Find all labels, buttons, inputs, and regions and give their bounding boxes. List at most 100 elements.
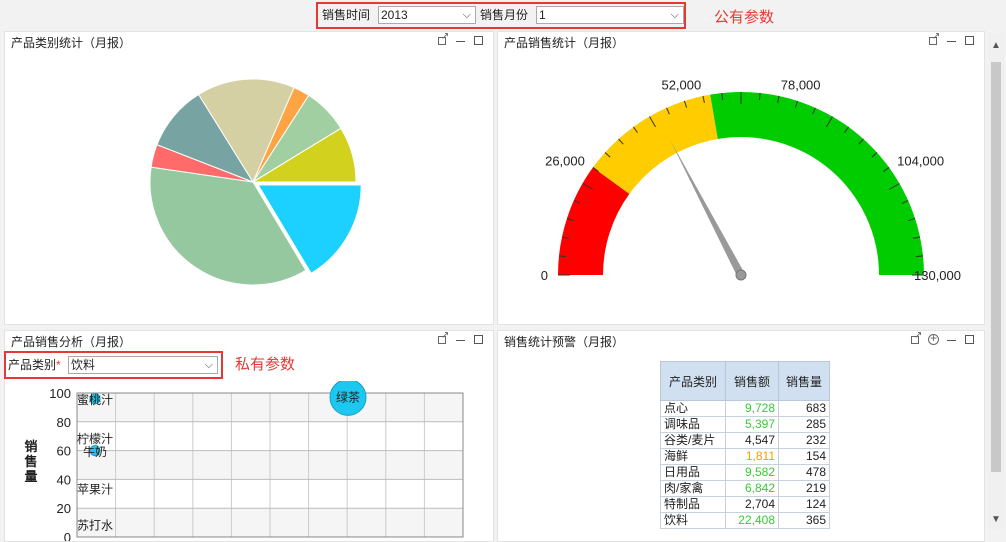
minimize-icon[interactable] (455, 334, 467, 346)
cell-category: 海鲜 (660, 448, 726, 465)
cell-qty: 154 (778, 448, 830, 465)
minimize-icon[interactable] (946, 35, 958, 47)
gauge-tick-label: 104,000 (897, 154, 944, 169)
cell-category: 饮料 (660, 512, 726, 529)
cell-amount: 1,811 (725, 448, 779, 465)
sale-month-select[interactable]: 1 ⌵ (536, 6, 684, 24)
table-row: 特制品 2,704 124 (660, 496, 830, 513)
cell-category: 日用品 (660, 464, 726, 481)
y-tick-label: 40 (57, 472, 71, 487)
cell-amount: 22,408 (725, 512, 779, 529)
header-qty: 销售量 (778, 361, 830, 401)
minimize-icon[interactable] (946, 334, 958, 346)
maximize-icon[interactable] (964, 35, 976, 47)
sales-alert-table: 产品类别 销售额 销售量 点心 9,728 683 调味品 5,397 285 谷类/麦片 4… (660, 361, 830, 529)
table-row: 谷类/麦片 4,547 232 (660, 432, 830, 449)
minimize-icon[interactable] (455, 35, 467, 47)
gauge-needle (669, 139, 745, 277)
cell-amount: 5,397 (725, 416, 779, 433)
cell-qty: 365 (778, 512, 830, 529)
cell-amount: 9,728 (725, 400, 779, 417)
cell-amount: 4,547 (725, 432, 779, 449)
table-row: 点心 9,728 683 (660, 400, 830, 417)
table-row: 日用品 9,582 478 (660, 464, 830, 481)
gauge-chart: 0 26,000 52,000 78,000 104,000 130,000 (541, 77, 961, 283)
cell-qty: 124 (778, 496, 830, 513)
cell-category: 谷类/麦片 (660, 432, 726, 449)
table-row: 饮料 22,408 365 (660, 512, 830, 529)
cell-category: 特制品 (660, 496, 726, 513)
scrollbar-thumb[interactable] (991, 62, 1001, 472)
table-header-row: 产品类别 销售额 销售量 (660, 361, 830, 401)
category-label: 苹果汁 (77, 482, 113, 496)
panel-category-stats: 产品类别统计（月报） (4, 31, 494, 325)
cell-qty: 683 (778, 400, 830, 417)
gauge-tick-label: 78,000 (781, 77, 821, 92)
export-icon[interactable] (928, 31, 940, 47)
panel-controls (910, 330, 976, 346)
gauge-tick-label: 130,000 (914, 268, 961, 283)
maximize-icon[interactable] (473, 334, 485, 346)
y-tick-label: 0 (64, 530, 71, 541)
product-category-text: 产品类别 (8, 358, 57, 372)
product-category-select[interactable]: 饮料 ⌵ (68, 356, 218, 374)
panel-controls (437, 31, 485, 47)
cell-amount: 2,704 (725, 496, 779, 513)
table-row: 调味品 5,397 285 (660, 416, 830, 433)
panel-sales-analysis: 产品销售分析（月报） 产品类别* 饮料 ⌵ 私有参数 0 20 40 60 80 100 销… (4, 330, 494, 542)
cell-qty: 219 (778, 480, 830, 497)
scroll-down-icon[interactable]: ▼ (991, 514, 1001, 525)
required-mark: * (56, 358, 61, 372)
y-tick-label: 20 (57, 501, 71, 516)
y-tick-label: 100 (49, 386, 71, 401)
cell-qty: 478 (778, 464, 830, 481)
export-icon[interactable] (437, 31, 449, 47)
sale-time-select[interactable]: 2013 ⌵ (378, 6, 476, 24)
public-params-annotation: 公有参数 (714, 9, 775, 26)
export-icon[interactable] (910, 330, 922, 346)
chevron-down-icon: ⌵ (462, 9, 471, 21)
cell-qty: 285 (778, 416, 830, 433)
private-params-annotation: 私有参数 (235, 356, 296, 373)
scatter-chart: 0 20 40 60 80 100 销售量 绿茶 蜜桃汁柠檬汁牛奶苹果汁苏打水 (24, 381, 464, 541)
panel-title: 产品类别统计（月报） (11, 36, 132, 50)
table-row: 海鲜 1,811 154 (660, 448, 830, 465)
panel-title: 产品销售统计（月报） (504, 36, 625, 50)
panel-title: 产品销售分析（月报） (11, 335, 132, 349)
y-tick-label: 60 (57, 444, 71, 459)
sale-month-value: 1 (539, 8, 546, 22)
export-icon[interactable] (437, 330, 449, 346)
maximize-icon[interactable] (964, 334, 976, 346)
pie-chart (149, 78, 362, 286)
y-axis-label: 销 (24, 439, 37, 455)
scroll-up-icon[interactable]: ▲ (991, 40, 1001, 51)
sale-time-value: 2013 (381, 8, 408, 22)
maximize-icon[interactable] (473, 35, 485, 47)
gauge-pivot (735, 269, 747, 281)
cell-category: 肉/家禽 (660, 480, 726, 497)
cell-category: 点心 (660, 400, 726, 417)
y-axis-label: 量 (24, 470, 37, 485)
sale-month-label: 销售月份 (480, 8, 529, 22)
cell-amount: 9,582 (725, 464, 779, 481)
add-icon[interactable] (928, 331, 940, 346)
product-category-label: 产品类别* (8, 356, 61, 374)
gauge-band-yellow (592, 94, 718, 194)
gauge-tick-label: 52,000 (661, 77, 701, 92)
header-category: 产品类别 (660, 361, 726, 401)
chevron-down-icon: ⌵ (204, 359, 213, 371)
category-label: 牛奶 (83, 444, 107, 459)
y-axis-label: 售 (24, 454, 37, 470)
y-tick-label: 80 (57, 415, 71, 430)
header-amount: 销售额 (725, 361, 779, 401)
gauge-tick-label: 26,000 (545, 154, 585, 169)
gauge-band-green (710, 92, 924, 276)
sale-time-label: 销售时间 (322, 8, 371, 22)
gauge-tick-label: 0 (541, 268, 548, 283)
vertical-scrollbar[interactable]: ▲ ▼ (988, 34, 1004, 530)
table-row: 肉/家禽 6,842 219 (660, 480, 830, 497)
category-label: 苏打水 (77, 518, 113, 532)
bubble-label: 绿茶 (336, 389, 360, 404)
cell-qty: 232 (778, 432, 830, 449)
category-label: 柠檬汁 (77, 431, 113, 446)
